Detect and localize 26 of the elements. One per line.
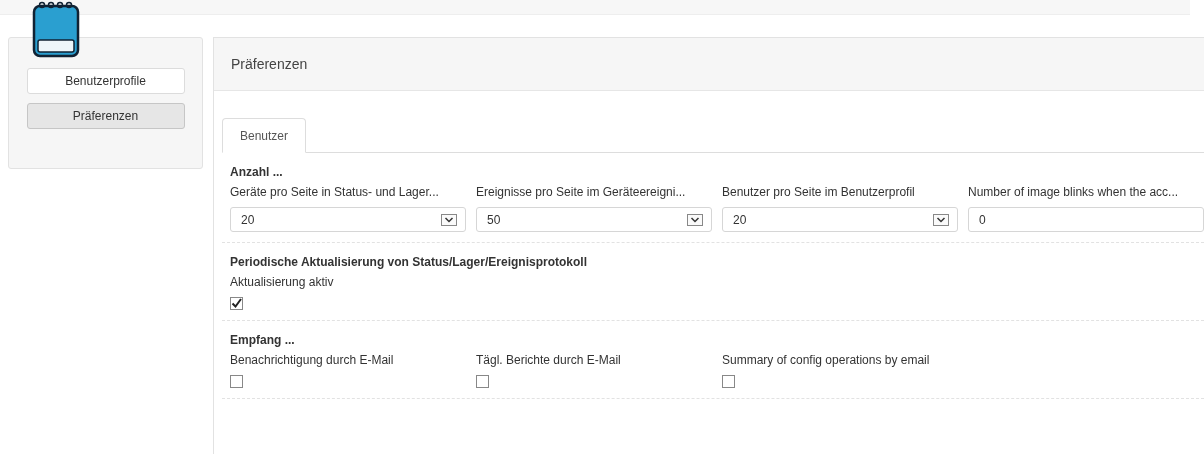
field-label: Summary of config operations by email xyxy=(722,353,931,367)
checkbox[interactable] xyxy=(230,375,243,388)
caret-icon xyxy=(441,213,457,226)
section-title: Anzahl ... xyxy=(230,165,284,179)
input-field[interactable]: 0 xyxy=(968,207,1204,232)
section-title: Periodische Aktualisierung von Status/Lager/Ereignisprotokoll xyxy=(230,255,588,269)
field-label: Geräte pro Seite in Status- und Lager... xyxy=(230,185,440,199)
panel-title: Präferenzen xyxy=(231,56,308,72)
checkbox[interactable] xyxy=(230,297,243,310)
field-label: Aktualisierung aktiv xyxy=(230,275,335,289)
tab[interactable]: Benutzer xyxy=(222,118,307,153)
field-label: Tägl. Berichte durch E-Mail xyxy=(476,353,622,367)
dropdown[interactable]: 50 xyxy=(476,207,712,232)
field-label: Number of image blinks when the acc... xyxy=(968,185,1180,199)
dropdown[interactable]: 20 xyxy=(722,207,958,232)
checkbox[interactable] xyxy=(722,375,735,388)
caret-icon xyxy=(933,213,949,226)
section-title: Empfang ... xyxy=(230,333,296,347)
field-label: Ereignisse pro Seite im Geräteereigni... xyxy=(476,185,687,199)
sidebar-button[interactable]: Präferenzen xyxy=(26,103,185,129)
dropdown[interactable]: 20 xyxy=(230,207,466,232)
sidebar-button[interactable]: Benutzerprofile xyxy=(26,68,185,94)
field-label: Benutzer pro Seite im Benutzerprofil xyxy=(722,185,916,199)
checkbox[interactable] xyxy=(476,375,489,388)
field-label: Benachrichtigung durch E-Mail xyxy=(230,353,395,367)
caret-icon xyxy=(687,213,703,226)
